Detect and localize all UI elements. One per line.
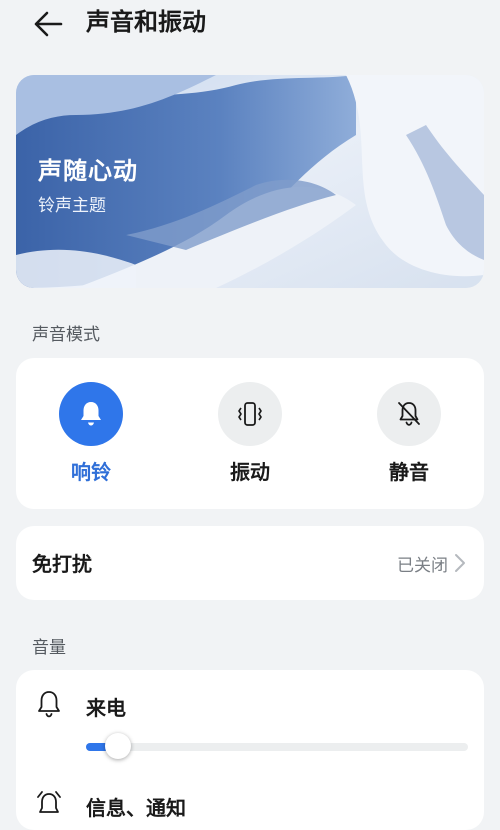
mode-silent-label: 静音: [389, 460, 429, 484]
mode-silent-button[interactable]: 静音: [349, 358, 469, 508]
mode-ring-circle: [59, 382, 123, 446]
do-not-disturb-label: 免打扰: [32, 552, 92, 576]
banner-title: 声随心动: [38, 157, 138, 185]
do-not-disturb-row[interactable]: 免打扰 已关闭: [16, 526, 484, 600]
slider-thumb[interactable]: [104, 733, 131, 759]
mode-vibrate-label: 振动: [230, 460, 270, 484]
bell-icon: [81, 402, 101, 426]
banner-subtitle: 铃声主题: [38, 196, 106, 216]
mode-vibrate-button[interactable]: 振动: [190, 358, 310, 508]
mode-ring-button[interactable]: 响铃: [31, 358, 151, 508]
alarm-icon: [37, 791, 61, 813]
mode-ring-label: 响铃: [71, 460, 111, 484]
incoming-call-volume-label: 来电: [86, 696, 126, 720]
ringtone-theme-banner[interactable]: 声随心动 铃声主题: [16, 75, 484, 288]
vibrate-icon: [238, 402, 262, 426]
notification-volume-label: 信息、通知: [86, 796, 186, 820]
bell-off-icon: [398, 402, 420, 426]
bell-outline-icon: [38, 691, 60, 718]
sound-mode-section-label: 声音模式: [32, 325, 100, 345]
mode-silent-circle: [377, 382, 441, 446]
volume-section-label: 音量: [32, 638, 66, 658]
incoming-call-volume-slider[interactable]: [86, 733, 468, 759]
sound-mode-card: 响铃 振动 静音: [16, 358, 484, 509]
volume-card: 来电 信息、通知: [16, 670, 484, 830]
top-bar: 声音和振动: [0, 0, 500, 48]
back-arrow-icon[interactable]: [30, 6, 66, 42]
page-title: 声音和振动: [86, 8, 206, 36]
mode-vibrate-circle: [218, 382, 282, 446]
do-not-disturb-status: 已关闭: [397, 556, 448, 576]
chevron-right-icon: [455, 554, 465, 572]
